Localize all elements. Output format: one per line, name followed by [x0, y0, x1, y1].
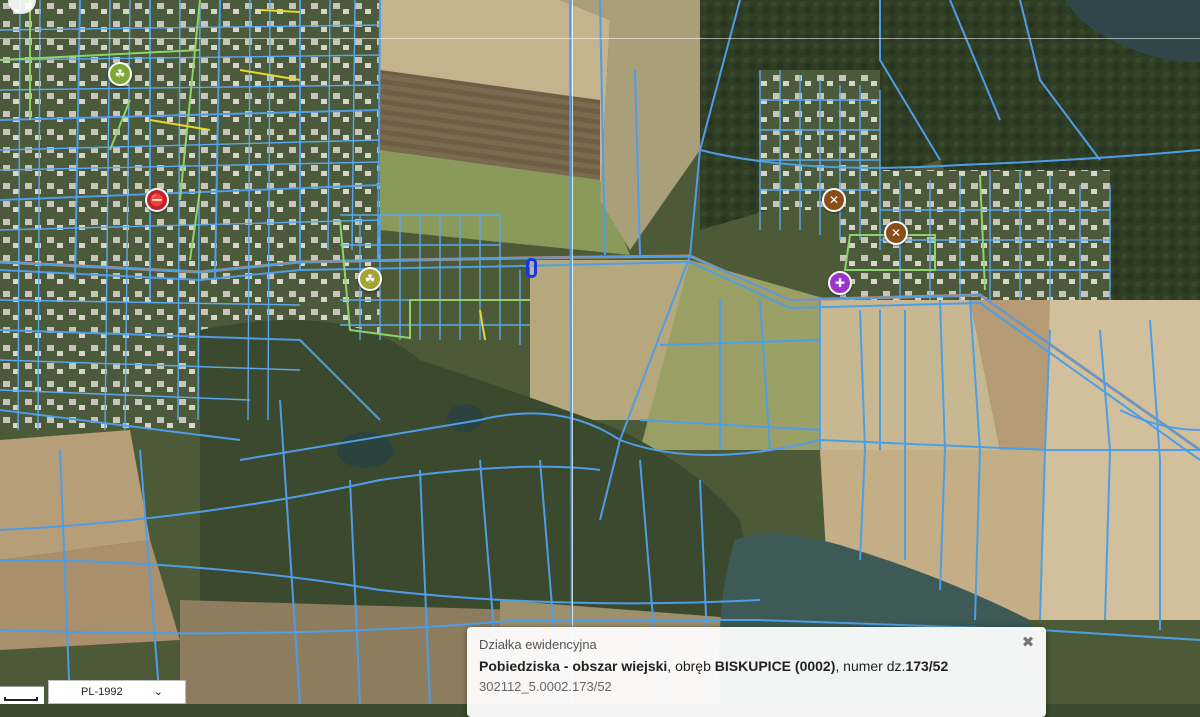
- crosshair-horizontal: [0, 38, 1200, 39]
- popup-precinct: BISKUPICE (0002): [714, 658, 836, 674]
- poi-red-stop-icon[interactable]: ⛔: [145, 188, 169, 212]
- popup-identifier: 302112_5.0002.173/52: [479, 679, 612, 694]
- pond-2: [447, 404, 483, 432]
- scale-bar: [0, 686, 44, 704]
- map-view[interactable]: ☘ ⛔ ☘ ✕ ✕ ✚: [0, 0, 1200, 704]
- crs-value: PL-1992: [81, 686, 123, 698]
- field-sw-1: [0, 430, 150, 560]
- popup-place: Pobiedziska - obszar wiejski: [479, 658, 668, 674]
- poi-green-2-icon[interactable]: ☘: [358, 267, 382, 291]
- poi-purple-icon[interactable]: ✚: [828, 271, 852, 295]
- crs-selector[interactable]: PL-1992 ⌄: [48, 680, 186, 704]
- popup-precinct-label: , obręb: [667, 658, 715, 674]
- crosshair-vertical: [572, 0, 573, 704]
- selected-parcel-marker[interactable]: [526, 258, 537, 278]
- popup-number-label: , numer dz.: [835, 658, 906, 674]
- field-south-6: [1040, 300, 1200, 620]
- popup-kind: Działka ewidencyjna: [479, 637, 597, 652]
- poi-green-amenity-icon[interactable]: ☘: [108, 62, 132, 86]
- popup-number: 173/52: [905, 658, 949, 674]
- poi-brown-2-icon[interactable]: ✕: [884, 221, 908, 245]
- field-south-3: [820, 300, 1000, 450]
- pond-1: [337, 432, 393, 468]
- close-icon[interactable]: ✖: [1020, 635, 1036, 651]
- poi-brown-1-icon[interactable]: ✕: [822, 188, 846, 212]
- scale-bar-graphic: [4, 697, 38, 701]
- chevron-down-icon: ⌄: [153, 686, 163, 698]
- map-canvas[interactable]: [0, 0, 1200, 704]
- popup-description: Pobiedziska - obszar wiejski, obręb BISK…: [479, 658, 1034, 674]
